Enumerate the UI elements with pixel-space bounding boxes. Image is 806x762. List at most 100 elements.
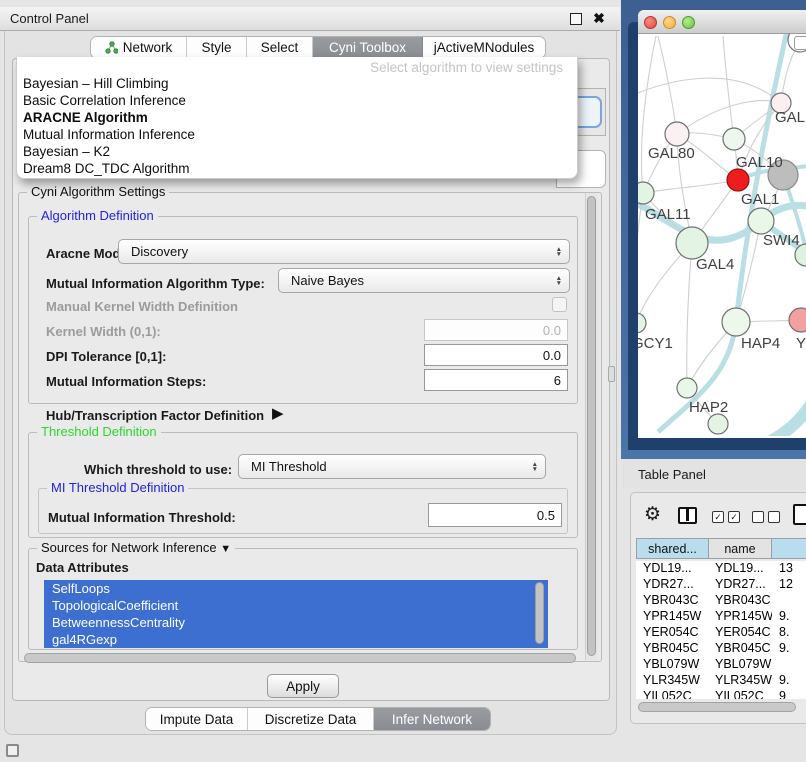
aracne-mode-combobox[interactable]: Discovery ▲▼ xyxy=(118,239,570,264)
tab-network-label: Network xyxy=(123,40,173,55)
dpi-tolerance-label: DPI Tolerance [0,1]: xyxy=(46,349,166,364)
dropdown-item-bayesian-k2[interactable]: Bayesian – K2 xyxy=(17,143,577,160)
threshold-definition-title: Threshold Definition xyxy=(37,424,161,439)
settings-vertical-scrollbar-thumb[interactable] xyxy=(587,196,596,656)
manual-kernel-checkbox[interactable] xyxy=(552,297,567,312)
table-row[interactable]: YPR145W YPR145W 9. xyxy=(636,609,806,625)
apply-button[interactable]: Apply xyxy=(267,674,339,698)
gear-icon[interactable]: ⚙ xyxy=(644,503,661,526)
dropdown-item-dream8[interactable]: Dream8 DC_TDC Algorithm xyxy=(17,160,577,177)
list-item[interactable]: SelfLoops xyxy=(44,580,548,597)
dropdown-item-basic-correlation[interactable]: Basic Correlation Inference xyxy=(17,92,577,109)
data-attributes-list: SelfLoops TopologicalCoefficient Between… xyxy=(44,580,548,648)
tab-discretize-data[interactable]: Discretize Data xyxy=(248,708,374,730)
float-window-icon[interactable] xyxy=(570,13,582,25)
list-item[interactable]: gal4RGexp xyxy=(44,631,548,648)
table-row[interactable]: YER054C YER054C 8. xyxy=(636,625,806,641)
table-row[interactable]: YLR345W YLR345W 9. xyxy=(636,673,806,689)
dpi-tolerance-field[interactable] xyxy=(424,344,568,366)
mi-algorithm-type-combobox[interactable]: Naive Bayes ▲▼ xyxy=(278,268,570,293)
zoom-traffic-light[interactable] xyxy=(682,16,695,29)
table-row[interactable]: YIL052C YIL052C 9 xyxy=(636,689,806,699)
settings-horizontal-scrollbar-thumb[interactable] xyxy=(24,653,576,663)
hide-columns-icon[interactable] xyxy=(752,511,780,523)
expand-arrow-icon[interactable]: ▶ xyxy=(272,404,284,422)
mi-threshold-group-title: MI Threshold Definition xyxy=(47,480,188,495)
minimize-traffic-light[interactable] xyxy=(663,16,676,29)
new-table-icon[interactable] xyxy=(793,504,806,525)
node-bottom[interactable] xyxy=(708,414,728,434)
tab-impute-data[interactable]: Impute Data xyxy=(146,708,248,730)
close-traffic-light[interactable] xyxy=(644,16,657,29)
restore-panel-icon[interactable] xyxy=(6,744,19,757)
network-icon xyxy=(105,41,118,54)
application-window: Control Panel ✖ Network Style Select xyxy=(0,0,806,762)
dropdown-item-aracne[interactable]: ARACNE Algorithm xyxy=(17,109,577,126)
node-gal1-selected[interactable] xyxy=(727,169,749,191)
data-attributes-label: Data Attributes xyxy=(36,560,129,575)
node-label: GAL xyxy=(775,109,805,126)
column-header-partial[interactable] xyxy=(771,538,806,559)
table-panel-titlebar: Table Panel xyxy=(622,460,806,488)
tab-jactivemnodules[interactable]: jActiveMNodules xyxy=(423,37,545,58)
which-threshold-label: Which threshold to use: xyxy=(84,462,232,477)
node-label: GAL1 xyxy=(741,191,779,208)
node-label: HAP4 xyxy=(741,335,780,352)
network-graph: GAL GAL80 GAL10 GAL1 GAL11 SWI4 GAL4 GCY… xyxy=(638,34,806,436)
node-gcy1[interactable] xyxy=(638,313,646,333)
node-hap2[interactable] xyxy=(677,378,697,398)
node-hap4[interactable] xyxy=(722,308,750,336)
dropdown-hint: Select algorithm to view settings xyxy=(17,57,577,75)
table-row[interactable]: YBL079W YBL079W xyxy=(636,657,806,673)
tab-network[interactable]: Network xyxy=(91,37,187,58)
network-toolbar-fragment xyxy=(794,36,806,50)
list-item[interactable]: BetweennessCentrality xyxy=(44,614,548,631)
tab-select[interactable]: Select xyxy=(247,37,313,58)
mi-steps-field[interactable] xyxy=(424,369,568,391)
node-salmon[interactable] xyxy=(789,308,806,332)
control-panel-title: Control Panel xyxy=(10,11,89,26)
node-gal11[interactable] xyxy=(638,182,654,204)
column-header-name[interactable]: name xyxy=(708,538,772,559)
close-icon[interactable]: ✖ xyxy=(591,10,607,26)
manual-kernel-label: Manual Kernel Width Definition xyxy=(46,299,238,314)
node-label: Y xyxy=(796,335,806,352)
table-row[interactable]: YBR045C YBR045C 9. xyxy=(636,641,806,657)
network-window-titlebar[interactable] xyxy=(638,10,806,34)
split-pane-handle[interactable] xyxy=(608,366,615,382)
collapse-arrow-icon[interactable]: ▼ xyxy=(220,543,231,555)
kernel-width-field[interactable] xyxy=(424,319,568,341)
which-threshold-combobox[interactable]: MI Threshold ▲▼ xyxy=(238,454,546,479)
network-window: GAL GAL80 GAL10 GAL1 GAL11 SWI4 GAL4 GCY… xyxy=(638,10,806,438)
tab-style[interactable]: Style xyxy=(187,37,247,58)
node-swi4[interactable] xyxy=(748,208,774,234)
combobox-arrows-icon: ▲▼ xyxy=(556,276,562,286)
network-canvas[interactable]: GAL GAL80 GAL10 GAL1 GAL11 SWI4 GAL4 GCY… xyxy=(638,34,806,436)
dropdown-item-mutual-information[interactable]: Mutual Information Inference xyxy=(17,126,577,143)
node-label: GAL80 xyxy=(648,145,695,162)
node-gal4[interactable] xyxy=(676,227,708,259)
tab-infer-network[interactable]: Infer Network xyxy=(374,708,490,730)
list-item[interactable]: TopologicalCoefficient xyxy=(44,597,548,614)
column-view-icon[interactable] xyxy=(678,507,697,524)
node-gal80[interactable] xyxy=(665,122,689,146)
control-panel-titlebar: Control Panel xyxy=(0,7,620,31)
mi-threshold-label: Mutual Information Threshold: xyxy=(48,510,236,525)
network-desktop: GAL GAL80 GAL10 GAL1 GAL11 SWI4 GAL4 GCY… xyxy=(621,0,806,459)
control-panel-tabbar: Network Style Select Cyni Toolbox jActiv… xyxy=(90,36,546,59)
dropdown-item-bayesian-hill-climbing[interactable]: Bayesian – Hill Climbing xyxy=(17,75,577,92)
table-row[interactable]: YDL19... YDL19... 13 xyxy=(636,561,806,577)
attributes-scrollbar-thumb[interactable] xyxy=(535,582,544,644)
mi-threshold-field[interactable] xyxy=(428,503,562,527)
node-label: GCY1 xyxy=(638,335,673,352)
node-label: SWI4 xyxy=(763,232,800,249)
column-header-shared[interactable]: shared... xyxy=(636,538,709,559)
table-horizontal-scrollbar-thumb[interactable] xyxy=(638,702,796,712)
table-row[interactable]: YBR043C YBR043C xyxy=(636,593,806,609)
tab-cyni-toolbox[interactable]: Cyni Toolbox xyxy=(313,37,423,58)
table-row[interactable]: YDR27... YDR27... 12 xyxy=(636,577,806,593)
show-columns-icon[interactable]: ✓ ✓ xyxy=(712,511,740,523)
node-gal10[interactable] xyxy=(723,128,745,150)
node-label: HAP2 xyxy=(689,399,728,416)
node-label: GAL10 xyxy=(736,154,783,171)
